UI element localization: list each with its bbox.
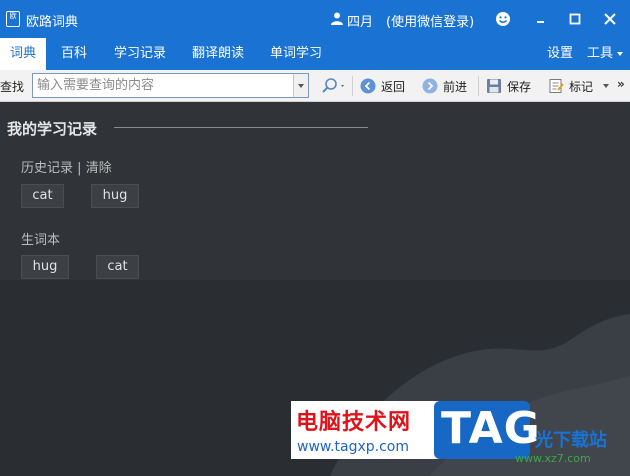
toolbar-overflow-button[interactable]: » <box>617 77 625 91</box>
search-box <box>32 73 309 98</box>
mark-button[interactable]: 标记 <box>548 76 610 96</box>
save-label: 保存 <box>507 79 532 94</box>
bookmark-note-icon <box>549 79 564 93</box>
history-header: 历史记录 | 清除 <box>21 157 112 176</box>
study-records-panel: 我的学习记录 历史记录 | 清除 cat hug 生词本 hug cat <box>0 102 630 280</box>
close-icon[interactable] <box>601 10 619 28</box>
search-icon[interactable] <box>319 77 349 95</box>
back-label: 返回 <box>381 79 406 94</box>
history-label: 历史记录 <box>21 161 74 176</box>
save-button[interactable]: 保存 <box>486 76 531 96</box>
forward-label: 前进 <box>443 79 468 94</box>
tools-label: 工具 <box>587 46 614 61</box>
watermark-tag-text: TAG <box>441 403 541 454</box>
chevron-down-icon <box>603 84 610 88</box>
settings-menu[interactable]: 设置 <box>547 38 573 70</box>
chevron-down-icon <box>298 84 304 88</box>
watermark-right-url: www.xz7.com <box>515 452 591 465</box>
history-item[interactable]: cat <box>21 184 64 208</box>
wechat-login-hint[interactable]: (使用微信登录) <box>386 11 474 30</box>
vocab-item[interactable]: cat <box>96 255 139 279</box>
watermark-plate: 电脑技术网 www.tagxp.com <box>291 401 443 459</box>
watermark-site-url: www.tagxp.com <box>297 439 409 455</box>
toolbar-divider <box>478 76 479 96</box>
back-button[interactable]: 返回 <box>360 76 405 96</box>
tab-study-records[interactable]: 学习记录 <box>112 38 168 70</box>
back-arrow-icon <box>360 78 376 94</box>
vocab-label: 生词本 <box>21 233 61 248</box>
search-toolbar: 查找 返回 前进 保存 <box>0 70 630 102</box>
tab-translate-read[interactable]: 翻译朗读 <box>190 38 246 70</box>
toolbar-divider <box>352 76 353 96</box>
forward-button[interactable]: 前进 <box>422 76 467 96</box>
minimize-icon[interactable] <box>532 10 548 28</box>
page-title: 我的学习记录 <box>7 120 98 138</box>
title-divider <box>114 127 368 128</box>
watermark-site-name: 电脑技术网 <box>296 410 412 435</box>
watermark-tag-logo: TAG <box>434 401 540 459</box>
tools-menu[interactable]: 工具 <box>587 38 624 70</box>
user-icon[interactable] <box>331 12 343 25</box>
user-name[interactable]: 四月 <box>347 11 373 30</box>
settings-label: 设置 <box>547 46 574 61</box>
chevron-down-icon <box>617 51 624 56</box>
site-watermark: 电脑技术网 www.tagxp.com TAG <box>291 401 540 459</box>
title-bar: 欧 欧路词典 四月 (使用微信登录) <box>0 0 630 38</box>
mark-label: 标记 <box>569 79 594 94</box>
floppy-disk-icon <box>487 79 501 93</box>
forward-arrow-icon <box>422 78 438 94</box>
search-input[interactable] <box>37 74 292 97</box>
history-divider: | <box>77 161 82 176</box>
history-item[interactable]: hug <box>91 184 139 208</box>
tab-dictionary[interactable]: 词典 <box>0 38 46 70</box>
find-label: 查找 <box>0 80 25 94</box>
vocab-item[interactable]: hug <box>21 255 69 279</box>
watermark-right-text: 光下载站 <box>535 430 607 451</box>
app-title: 欧路词典 <box>26 15 79 30</box>
main-nav: 词典 百科 学习记录 翻译朗读 单词学习 设置 工具 <box>0 38 630 70</box>
clear-history-link[interactable]: 清除 <box>86 161 112 176</box>
app-logo-icon: 欧 <box>6 11 20 27</box>
tab-encyclopedia[interactable]: 百科 <box>58 38 90 70</box>
search-history-dropdown[interactable] <box>293 74 308 97</box>
tab-word-study[interactable]: 单词学习 <box>268 38 324 70</box>
smile-icon[interactable] <box>495 11 511 27</box>
maximize-icon[interactable] <box>567 10 583 28</box>
